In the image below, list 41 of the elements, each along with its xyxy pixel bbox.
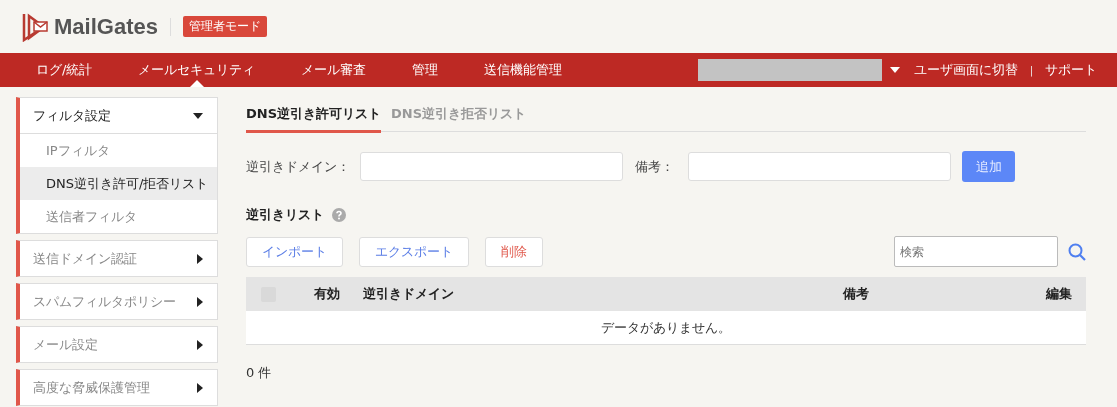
domain-input[interactable]: [360, 152, 623, 181]
nav-item[interactable]: メール審査: [301, 53, 367, 87]
column-header: 有効: [314, 285, 340, 303]
domain-label: 逆引きドメイン：: [246, 157, 350, 176]
action-button[interactable]: エクスポート: [359, 236, 469, 267]
column-header: 備考: [843, 285, 869, 303]
item-count: 0 件: [246, 364, 273, 382]
nav-item[interactable]: ログ/統計: [36, 53, 93, 87]
empty-message: データがありません。: [601, 318, 731, 337]
tab[interactable]: DNS逆引き許可リスト: [246, 97, 382, 133]
note-input[interactable]: [688, 152, 951, 181]
caret-right-icon: [197, 382, 203, 393]
sidebar-item[interactable]: DNS逆引き許可/拒否リスト: [20, 167, 217, 200]
tab[interactable]: DNS逆引き拒否リスト: [391, 97, 527, 133]
caret-down-icon: [193, 112, 203, 119]
nav-item[interactable]: メールセキュリティ: [138, 53, 256, 87]
caret-right-icon: [197, 339, 203, 350]
separator: |: [1029, 64, 1033, 76]
column-header: 逆引きドメイン: [363, 285, 454, 303]
sidebar-group[interactable]: フィルタ設定: [20, 98, 217, 134]
list-title: 逆引きリスト: [246, 206, 324, 224]
column-header: 編集: [1046, 285, 1072, 303]
help-icon[interactable]: [332, 208, 346, 222]
nav-link[interactable]: ユーザ画面に切替: [913, 61, 1018, 79]
account-field[interactable]: [697, 59, 882, 81]
caret-right-icon: [197, 253, 203, 264]
caret-right-icon: [197, 296, 203, 307]
delete-button[interactable]: 削除: [485, 236, 543, 267]
search-field[interactable]: 検索: [894, 236, 1058, 267]
nav-item[interactable]: 送信機能管理: [484, 53, 563, 87]
sidebar-item[interactable]: 送信者フィルタ: [20, 200, 217, 233]
caret-icon[interactable]: [889, 67, 900, 73]
note-label: 備考：: [635, 157, 674, 176]
nav-link[interactable]: サポート: [1045, 61, 1097, 79]
nav-item[interactable]: 管理: [412, 53, 439, 87]
mode-badge: 管理者モード: [182, 16, 267, 37]
sidebar-item[interactable]: IPフィルタ: [20, 134, 217, 167]
action-button[interactable]: インポート: [246, 236, 343, 267]
logo-icon: [22, 11, 50, 42]
logo-text: MailGates: [54, 13, 158, 40]
search-icon[interactable]: [1068, 242, 1086, 261]
